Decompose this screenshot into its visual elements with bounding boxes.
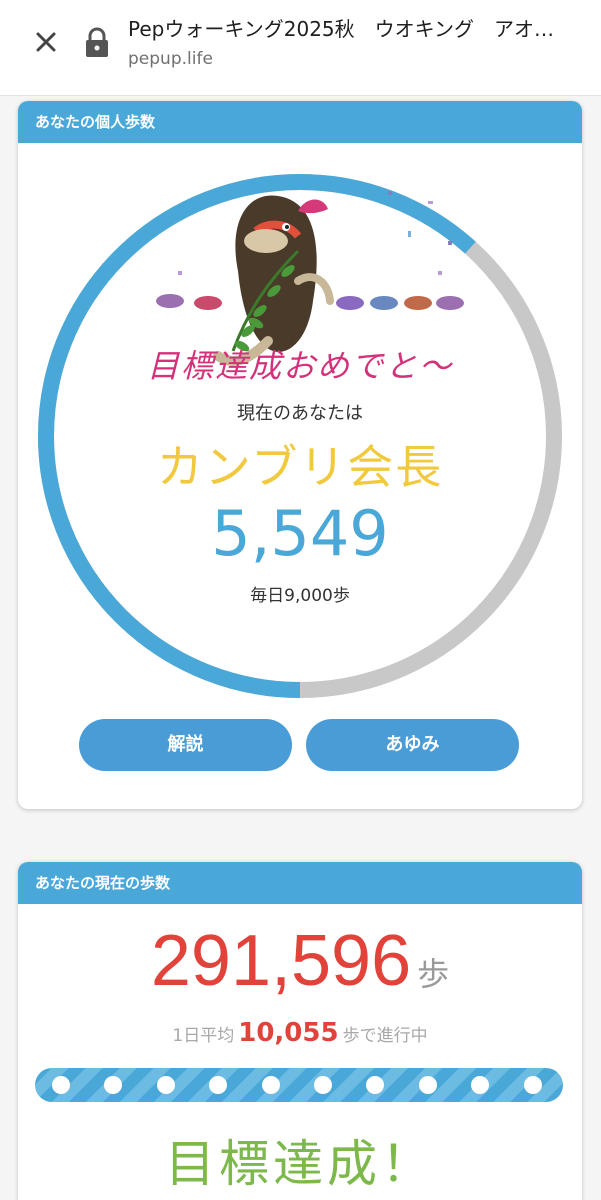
milestone-progress-bar — [35, 1068, 563, 1102]
total-steps: 291,596 歩 — [18, 920, 582, 1002]
daily-average: 1日平均 10,055 歩で進行中 — [18, 1018, 582, 1048]
page-title: Pepウォーキング2025秋 ウオキング アオ… — [128, 17, 555, 41]
milestone-dot — [314, 1076, 332, 1094]
milestone-dot — [418, 1076, 437, 1094]
browser-top-bar: Pepウォーキング2025秋 ウオキング アオ… pepup.life — [0, 0, 601, 96]
current-steps-card: あなたの現在の歩数 291,596 歩 1日平均 10,055 歩で進行中 目標達成！ — [18, 862, 582, 1200]
milestone-dot — [156, 1076, 175, 1094]
personal-steps-card: あなたの個人歩数 目標達成おめでと〜 現在のあなたは カンブリ会長 5,549 … — [18, 101, 582, 809]
congrats-message: 目標達成おめでと〜 — [146, 347, 453, 385]
total-steps-number: 291,596 — [150, 921, 412, 1001]
total-steps-unit: 歩 — [417, 955, 450, 993]
milestone-dot — [471, 1076, 490, 1094]
history-button[interactable]: あゆみ — [306, 719, 519, 771]
explain-button[interactable]: 解説 — [79, 719, 292, 771]
today-step-count: 5,549 — [211, 497, 389, 570]
daily-goal: 毎日9,000歩 — [250, 586, 350, 606]
mascot-illustration — [156, 191, 464, 366]
goal-achieved-text: 目標達成！ — [165, 1135, 435, 1193]
personal-steps-header: あなたの個人歩数 — [18, 101, 582, 143]
lock-icon — [86, 27, 108, 57]
milestone-dot — [366, 1076, 385, 1094]
daily-average-value: 10,055 — [238, 1018, 339, 1048]
page-url[interactable]: pepup.life — [128, 49, 213, 69]
rank-title: カンブリ会長 — [156, 440, 444, 494]
milestone-dot — [104, 1076, 123, 1094]
close-icon[interactable] — [30, 26, 62, 58]
current-steps-header: あなたの現在の歩数 — [18, 862, 582, 904]
milestone-dot — [523, 1076, 542, 1094]
daily-average-suffix: 歩で進行中 — [342, 1026, 428, 1046]
milestone-dot — [52, 1076, 70, 1094]
daily-average-prefix: 1日平均 — [172, 1026, 235, 1046]
current-status-label: 現在のあなたは — [237, 403, 363, 424]
milestone-dot — [261, 1076, 280, 1094]
milestone-dot — [209, 1076, 228, 1094]
